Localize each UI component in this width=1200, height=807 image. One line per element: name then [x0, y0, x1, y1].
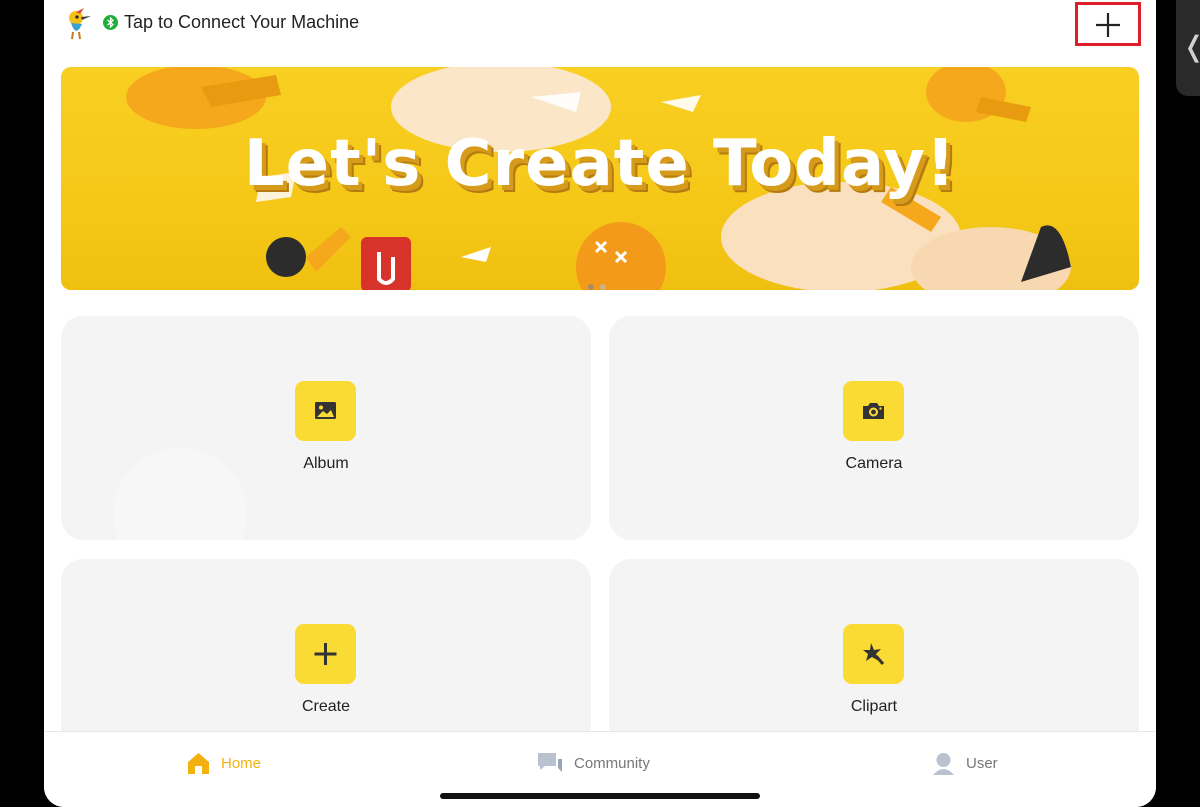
image-icon	[295, 381, 356, 441]
bluetooth-icon	[103, 15, 118, 30]
camera-icon	[843, 381, 904, 441]
app-screen: Tap to Connect Your Machine Let's Create…	[44, 0, 1156, 807]
carousel-indicator	[588, 277, 612, 290]
camera-card[interactable]: Camera	[609, 316, 1139, 540]
tab-home-label: Home	[221, 754, 262, 772]
tab-community-label: Community	[574, 754, 650, 772]
album-card[interactable]: Album	[61, 316, 591, 540]
tab-user-label: User	[966, 754, 998, 772]
chat-icon	[538, 752, 562, 772]
banner-title: Let's Create Today!	[243, 127, 957, 201]
home-icon	[188, 752, 209, 774]
plus-icon	[295, 624, 356, 684]
promo-banner[interactable]: Let's Create Today!	[61, 67, 1139, 290]
tab-home[interactable]: Home	[186, 748, 261, 778]
side-panel-handle[interactable]: ❬	[1176, 0, 1200, 96]
album-label: Album	[303, 455, 349, 472]
home-indicator[interactable]	[440, 793, 760, 799]
connect-machine-link[interactable]: Tap to Connect Your Machine	[124, 12, 359, 33]
carousel-dot	[588, 284, 594, 290]
carousel-dot-active	[600, 284, 606, 290]
user-icon	[933, 752, 954, 775]
tab-community[interactable]: Community	[537, 748, 650, 778]
tab-user[interactable]: User	[931, 748, 998, 778]
woodpecker-logo-icon	[62, 8, 92, 40]
add-button[interactable]	[1075, 2, 1141, 46]
clipart-icon	[843, 624, 904, 684]
camera-label: Camera	[845, 455, 903, 472]
clipart-label: Clipart	[850, 698, 898, 715]
top-bar: Tap to Connect Your Machine	[44, 0, 1156, 50]
create-label: Create	[301, 698, 351, 715]
chevron-left-icon: ❬	[1182, 30, 1200, 63]
plus-icon	[1096, 13, 1120, 37]
